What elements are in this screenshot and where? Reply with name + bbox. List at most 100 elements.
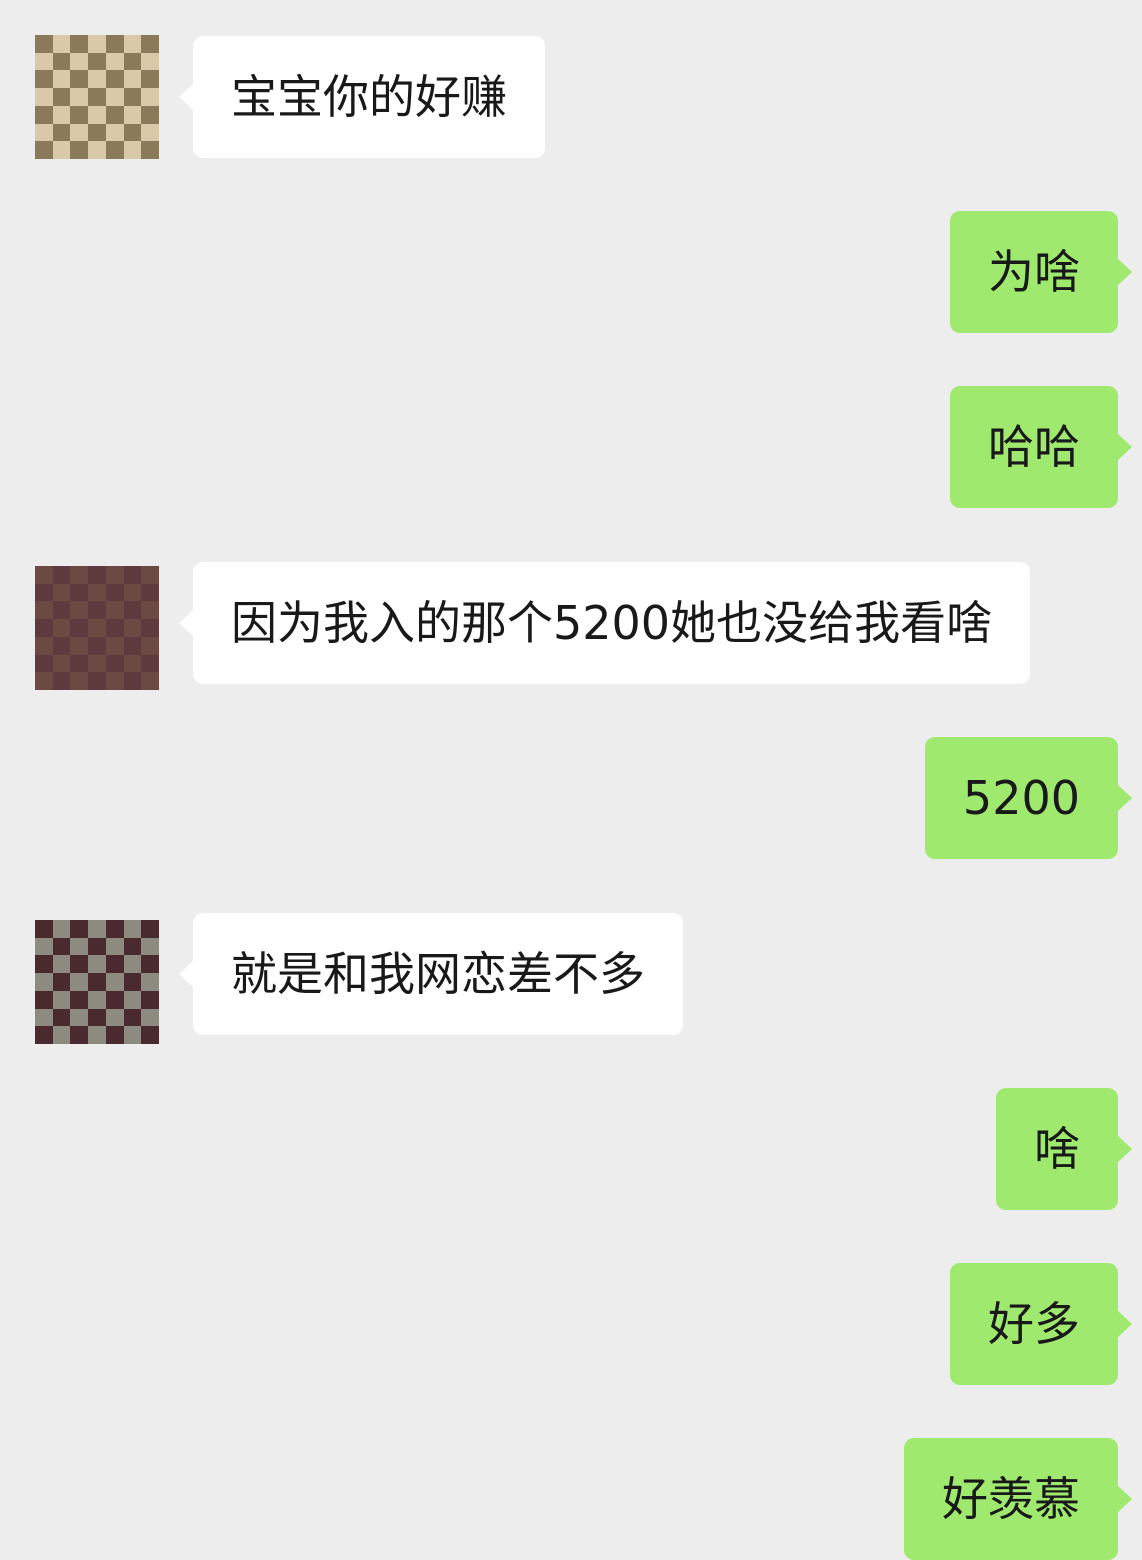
avatar-mosaic-tile: [88, 35, 106, 53]
avatar-mosaic-tile: [105, 141, 124, 159]
avatar-mosaic-tile: [105, 1026, 124, 1044]
avatar-mosaic-tile: [105, 601, 124, 620]
outgoing-message-bubble[interactable]: 哈哈: [950, 386, 1132, 508]
avatar-mosaic-tile: [35, 583, 53, 602]
avatar-mosaic-tile: [141, 601, 159, 620]
avatar-mosaic-tile: [52, 654, 71, 673]
avatar-mosaic-tile: [70, 601, 89, 620]
avatar-mosaic-tile: [141, 1026, 159, 1044]
incoming-message-bubble[interactable]: 因为我入的那个5200她也没给我看啥: [178, 562, 1031, 684]
avatar-mosaic-tile: [88, 583, 106, 602]
avatar-mosaic-tile: [105, 1008, 124, 1027]
avatar-mosaic-tile: [141, 35, 159, 53]
outgoing-message-bubble[interactable]: 好多: [950, 1263, 1132, 1385]
avatar-mosaic-tile: [141, 619, 159, 637]
avatar-mosaic-tile: [52, 672, 71, 690]
avatar-mosaic-tile: [35, 141, 53, 159]
outgoing-message-bubble[interactable]: 好羡慕: [904, 1438, 1132, 1560]
avatar-mosaic-tile: [141, 636, 159, 655]
avatar-mosaic-tile: [70, 123, 89, 142]
avatar-mosaic-tile: [123, 70, 142, 89]
contact-avatar[interactable]: [35, 920, 159, 1044]
avatar-mosaic-tile: [141, 141, 159, 159]
avatar-mosaic-tile: [123, 619, 142, 637]
avatar-mosaic-tile: [70, 955, 89, 974]
avatar-mosaic-tile: [123, 105, 142, 124]
avatar-mosaic-tile: [52, 619, 71, 637]
avatar-mosaic-tile: [105, 619, 124, 637]
avatar-mosaic-tile: [105, 583, 124, 602]
avatar-mosaic-tile: [123, 583, 142, 602]
avatar-mosaic-tile: [70, 1026, 89, 1044]
avatar-mosaic-tile: [88, 601, 106, 620]
avatar-mosaic-tile: [88, 672, 106, 690]
incoming-message-bubble[interactable]: 宝宝你的好赚: [179, 36, 545, 158]
avatar-mosaic-tile: [123, 566, 142, 584]
avatar-mosaic-tile: [88, 1008, 106, 1027]
avatar-mosaic-tile: [70, 35, 89, 53]
avatar-mosaic-tile: [52, 973, 71, 991]
avatar-mosaic-tile: [52, 1008, 71, 1027]
avatar-mosaic-tile: [35, 636, 53, 655]
avatar-mosaic-tile: [123, 955, 142, 974]
avatar-mosaic-tile: [141, 990, 159, 1009]
avatar-mosaic-tile: [70, 141, 89, 159]
avatar-mosaic-tile: [123, 52, 142, 71]
outgoing-message-bubble[interactable]: 啥: [996, 1088, 1132, 1210]
avatar-mosaic-tile: [35, 88, 53, 106]
outgoing-message-bubble[interactable]: 5200: [924, 737, 1133, 859]
avatar-mosaic-tile: [52, 636, 71, 655]
avatar-mosaic-tile: [35, 601, 53, 620]
avatar-mosaic-tile: [88, 141, 106, 159]
avatar-mosaic-tile: [70, 566, 89, 584]
avatar-mosaic-tile: [123, 937, 142, 956]
avatar-mosaic-tile: [141, 973, 159, 991]
avatar-mosaic-tile: [141, 105, 159, 124]
avatar-mosaic-tile: [52, 141, 71, 159]
avatar-mosaic-tile: [105, 920, 124, 938]
avatar-mosaic-tile: [70, 990, 89, 1009]
avatar-mosaic-tile: [123, 1026, 142, 1044]
avatar-mosaic-tile: [52, 920, 71, 938]
avatar-mosaic-tile: [52, 123, 71, 142]
avatar-mosaic-tile: [52, 105, 71, 124]
contact-avatar[interactable]: [35, 566, 159, 690]
avatar-mosaic-tile: [52, 937, 71, 956]
avatar-mosaic-tile: [35, 920, 53, 938]
avatar-mosaic-tile: [105, 955, 124, 974]
avatar-mosaic-tile: [35, 123, 53, 142]
avatar-mosaic-tile: [70, 654, 89, 673]
avatar-mosaic-tile: [35, 973, 53, 991]
avatar-mosaic-tile: [105, 123, 124, 142]
incoming-message-bubble[interactable]: 就是和我网恋差不多: [179, 913, 683, 1035]
avatar-mosaic-tile: [52, 566, 71, 584]
avatar-mosaic-tile: [70, 88, 89, 106]
avatar-mosaic-tile: [70, 52, 89, 71]
avatar-mosaic-tile: [88, 566, 106, 584]
avatar-mosaic-tile: [123, 601, 142, 620]
contact-avatar[interactable]: [35, 35, 159, 159]
avatar-mosaic-tile: [105, 636, 124, 655]
avatar-mosaic-tile: [88, 88, 106, 106]
avatar-mosaic-tile: [141, 955, 159, 974]
avatar-mosaic-tile: [141, 1008, 159, 1027]
avatar-mosaic-tile: [88, 973, 106, 991]
avatar-mosaic-tile: [88, 70, 106, 89]
avatar-mosaic-tile: [52, 1026, 71, 1044]
avatar-mosaic-tile: [141, 920, 159, 938]
chat-message-list: 宝宝你的好赚 为啥 哈哈 因为我入的那个5200她也没给我看啥 5200 就是和…: [0, 0, 1142, 1560]
avatar-mosaic-tile: [52, 88, 71, 106]
avatar-mosaic-tile: [52, 35, 71, 53]
avatar-mosaic-tile: [88, 1026, 106, 1044]
avatar-mosaic-tile: [105, 973, 124, 991]
outgoing-message-bubble[interactable]: 为啥: [950, 211, 1132, 333]
avatar-mosaic-tile: [141, 88, 159, 106]
avatar-mosaic-tile: [35, 70, 53, 89]
avatar-mosaic-tile: [123, 35, 142, 53]
avatar-mosaic-tile: [88, 619, 106, 637]
avatar-mosaic-tile: [123, 672, 142, 690]
avatar-mosaic-tile: [88, 52, 106, 71]
avatar-mosaic-tile: [105, 937, 124, 956]
avatar-mosaic-tile: [88, 955, 106, 974]
avatar-mosaic-tile: [123, 990, 142, 1009]
